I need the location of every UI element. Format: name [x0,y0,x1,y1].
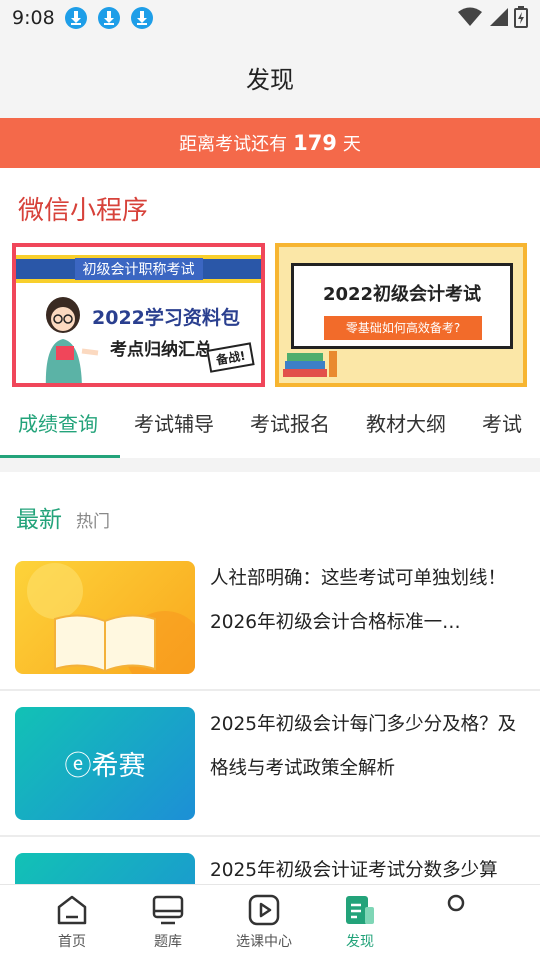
countdown-days: 179 [293,131,337,155]
download-icon [64,7,87,29]
signal-icon [490,8,508,26]
status-bar: 9:08 [0,0,540,36]
article-title: 2025年初级会计每门多少分及格？及格线与考试政策全解析 [210,714,517,779]
mini-program-title: 微信小程序 [18,196,149,226]
wifi-icon [458,7,482,26]
tab-exam-registration[interactable]: 考试报名 [232,400,348,458]
nav-question-bank[interactable]: 题库 [120,885,216,960]
nav-label: 题库 [154,934,182,950]
home-icon [57,895,87,925]
banner-subtitle: 零基础如何高效备考? [324,316,482,340]
list-item[interactable]: 人社部明确：这些考试可单独划线！2026年初级会计合格标准一… [0,545,540,691]
battery-icon [514,6,528,28]
status-indicators [458,6,528,28]
exam-countdown-banner: 距离考试还有 179 天 [0,118,540,168]
page-header: 发现 [0,36,540,118]
student-illustration-icon [45,297,99,383]
nav-course-center[interactable]: 选课中心 [216,885,312,960]
banner-title: 2022学习资料包 [92,307,240,329]
profile-icon [447,894,465,912]
countdown-suffix: 天 [342,134,361,155]
banner-board: 2022初级会计考试 零基础如何高效备考? [291,263,513,349]
banner-ribbon: 初级会计职称考试 [16,255,261,283]
open-book-icon [27,563,195,674]
download-icon [130,7,153,29]
nav-home[interactable]: 首页 [24,885,120,960]
category-tabs: 成绩查询 考试辅导 考试报名 教材大纲 考试 [0,400,540,458]
download-icon [97,7,120,29]
countdown-prefix: 距离考试还有 [179,134,288,155]
nav-discover[interactable]: 发现 [312,885,408,960]
subtab-hot[interactable]: 热门 [76,507,110,532]
section-divider [0,458,540,472]
list-item[interactable]: ⓔ希赛 2025年初级会计每门多少分及格？及格线与考试政策全解析 [0,691,540,837]
banner-title: 2022初级会计考试 [322,284,482,305]
thumbnail-brand-text: ⓔ希赛 [64,751,146,782]
mini-program-banner-exam-prep[interactable]: 2022初级会计考试 零基础如何高效备考? [275,243,527,387]
banner-subtitle: 考点归纳汇总 [110,340,212,360]
nav-profile[interactable] [408,885,504,960]
article-sort-tabs: 最新 热门 [16,500,110,534]
tab-score-query[interactable]: 成绩查询 [0,400,120,458]
play-icon [248,894,280,926]
nav-label: 选课中心 [236,934,292,950]
tab-exam[interactable]: 考试 [464,400,540,458]
books-icon [283,351,337,377]
nav-label: 发现 [346,934,374,950]
article-title: 人社部明确：这些考试可单独划线！2026年初级会计合格标准一… [210,568,507,633]
status-time: 9:08 [12,7,55,29]
article-thumbnail [15,561,195,674]
page-title: 发现 [246,65,294,94]
mini-program-banner-study-pack[interactable]: 初级会计职称考试 2022学习资料包 考点归纳汇总 备战! [12,243,265,387]
monitor-icon [152,895,184,925]
nav-label: 首页 [58,934,86,950]
banner-badge: 备战! [205,342,255,373]
banner-ribbon-text: 初级会计职称考试 [74,258,203,280]
subtab-latest[interactable]: 最新 [16,500,62,534]
article-thumbnail: ⓔ希赛 [15,707,195,820]
discover-icon [346,896,374,924]
bottom-navigation: 首页 题库 选课中心 发现 [0,884,540,960]
tab-syllabus[interactable]: 教材大纲 [348,400,464,458]
tab-exam-tutoring[interactable]: 考试辅导 [116,400,232,458]
